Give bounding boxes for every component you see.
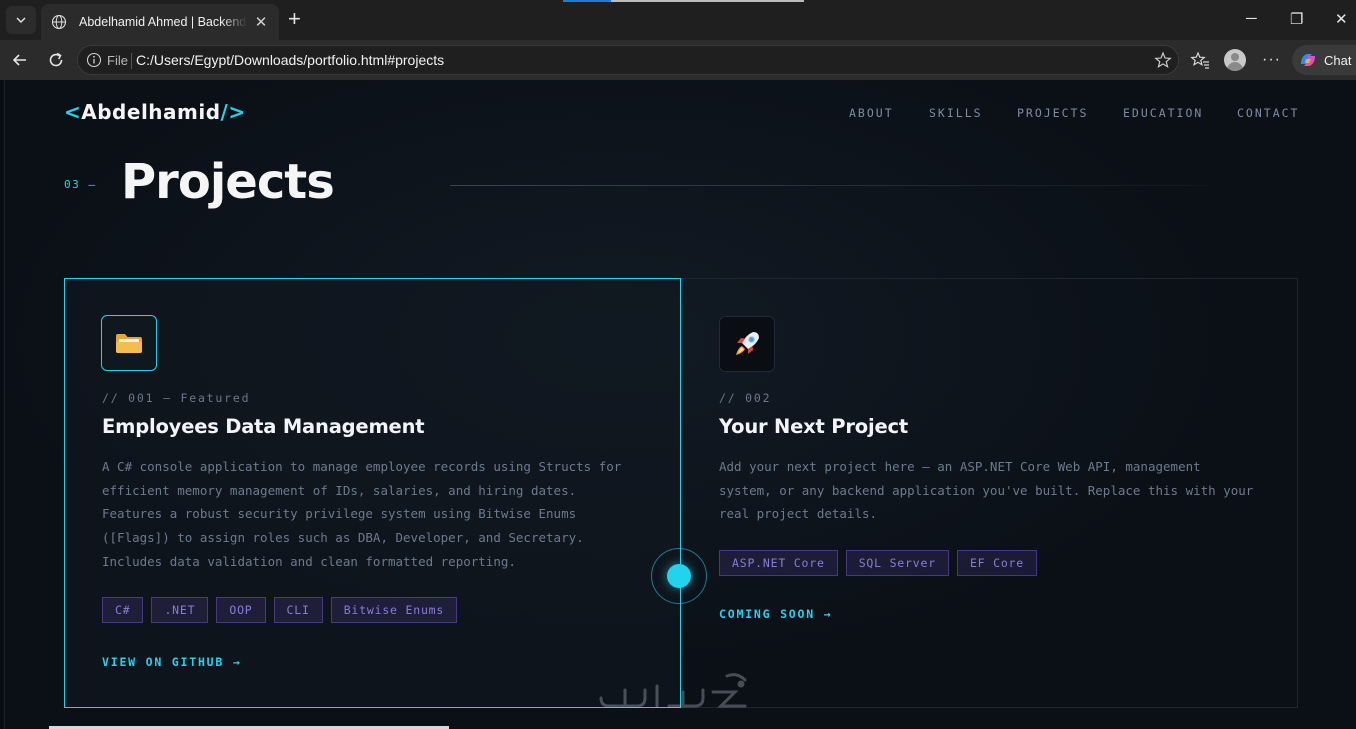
tag: CLI: [273, 597, 323, 623]
projects-grid: // 001 — Featured Employees Data Managem…: [64, 278, 1298, 708]
site-logo[interactable]: <Abdelhamid/>: [64, 100, 246, 124]
tab-actions-button[interactable]: [6, 6, 36, 34]
project-description: Add your next project here — an ASP.NET …: [719, 459, 1254, 522]
tag: EF Core: [956, 550, 1038, 576]
chevron-down-icon: [16, 17, 26, 23]
project-meta: // 002: [719, 391, 772, 405]
section-number: 03 —: [64, 178, 97, 191]
browser-tab-active[interactable]: Abdelhamid Ahmed | Backend .NET ✕: [41, 4, 279, 40]
tag-list: C# .NET OOP CLI Bitwise Enums: [102, 597, 458, 623]
info-icon[interactable]: [86, 52, 102, 68]
logo-close-bracket: />: [220, 100, 246, 124]
section-title: Projects: [121, 154, 335, 210]
page-viewport: <Abdelhamid/> ABOUT SKILLS PROJECTS EDUC…: [4, 80, 1356, 729]
tag: ASP.NET Core: [719, 550, 838, 576]
browser-toolbar: File C:/Users/Egypt/Downloads/portfolio.…: [0, 40, 1356, 80]
scheme-label: File: [107, 53, 128, 68]
nav-link-education[interactable]: EDUCATION: [1123, 106, 1203, 120]
back-arrow-icon[interactable]: [10, 50, 30, 70]
address-bar[interactable]: File C:/Users/Egypt/Downloads/portfolio.…: [77, 45, 1179, 75]
globe-icon: [51, 14, 67, 30]
watermark-logo: [599, 673, 747, 708]
copilot-icon: [1301, 54, 1315, 66]
tag: SQL Server: [845, 550, 949, 576]
nav-link-contact[interactable]: CONTACT: [1237, 106, 1299, 120]
rocket-icon-graphic: [736, 332, 759, 355]
project-description: A C# console application to manage emplo…: [102, 459, 622, 569]
address-separator: [131, 53, 132, 69]
custom-cursor-dot: [667, 564, 691, 588]
tag: OOP: [216, 597, 266, 623]
tag: Bitwise Enums: [330, 597, 458, 623]
project-title: Your Next Project: [719, 415, 908, 438]
new-tab-button[interactable]: +: [288, 8, 301, 30]
close-window-button[interactable]: ✕: [1335, 10, 1348, 28]
tab-title: Abdelhamid Ahmed | Backend .NET: [79, 15, 247, 29]
nav-link-skills[interactable]: SKILLS: [929, 106, 983, 120]
rocket-icon: [719, 316, 775, 372]
project-meta: // 001 — Featured: [102, 391, 251, 405]
logo-name: Abdelhamid: [81, 100, 221, 124]
loading-indicator: [563, 0, 804, 2]
favorites-icon[interactable]: [1190, 50, 1210, 70]
minimize-button[interactable]: ─: [1246, 10, 1257, 27]
reload-icon[interactable]: [46, 50, 66, 70]
tab-close-icon[interactable]: ✕: [253, 13, 269, 31]
folder-icon-graphic: [116, 334, 142, 353]
more-options-icon[interactable]: ···: [1262, 51, 1281, 69]
chat-label: Chat: [1324, 52, 1352, 68]
tag: .NET: [151, 597, 209, 623]
view-on-github-link[interactable]: VIEW ON GITHUB →: [102, 655, 242, 669]
project-card-featured[interactable]: // 001 — Featured Employees Data Managem…: [64, 278, 681, 708]
maximize-button[interactable]: ❐: [1290, 10, 1303, 28]
star-icon[interactable]: [1154, 51, 1172, 69]
tag-list: ASP.NET Core SQL Server EF Core: [719, 550, 1038, 576]
profile-avatar[interactable]: [1224, 49, 1246, 71]
tag: C#: [102, 597, 144, 623]
nav-link-projects[interactable]: PROJECTS: [1017, 106, 1088, 120]
url-text[interactable]: C:/Users/Egypt/Downloads/portfolio.html#…: [136, 52, 444, 68]
section-divider: [450, 185, 1210, 186]
coming-soon-link[interactable]: COMING SOON →: [719, 607, 832, 621]
browser-tab-bar: Abdelhamid Ahmed | Backend .NET ✕ + ─ ❐ …: [0, 0, 1356, 40]
project-card[interactable]: // 002 Your Next Project Add your next p…: [682, 279, 1298, 707]
logo-open-bracket: <: [64, 100, 82, 124]
nav-link-about[interactable]: ABOUT: [849, 106, 894, 120]
folder-icon: [101, 315, 157, 371]
copilot-chat-button[interactable]: Chat: [1292, 45, 1356, 75]
project-title: Employees Data Management: [102, 415, 425, 438]
